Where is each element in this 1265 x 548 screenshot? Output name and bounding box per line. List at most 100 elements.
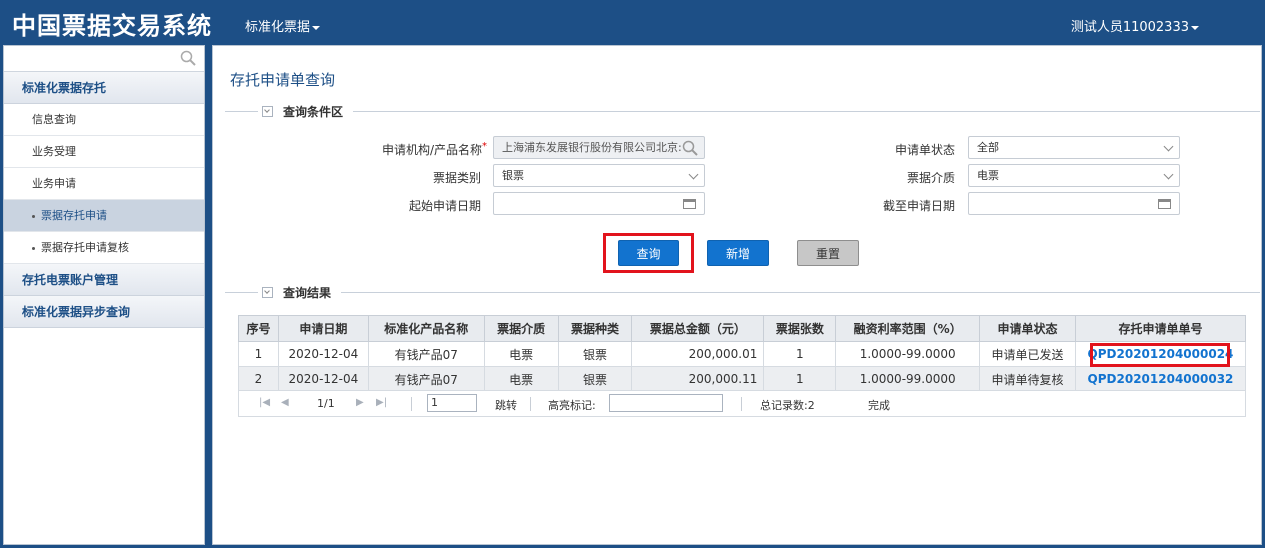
column-header[interactable]: 申请日期 bbox=[277, 315, 369, 342]
sidebar-item-info-query[interactable]: 信息查询 bbox=[4, 104, 204, 136]
search-icon[interactable] bbox=[180, 50, 196, 66]
sidebar-group-account[interactable]: 存托电票账户管理 bbox=[4, 264, 204, 296]
status-select[interactable]: 全部 bbox=[968, 136, 1180, 159]
criteria-section-title: 查询条件区 bbox=[283, 105, 344, 119]
start-date-label: 起始申请日期 bbox=[408, 199, 481, 213]
end-date-input[interactable] bbox=[968, 192, 1180, 215]
medium-label: 票据介质 bbox=[906, 171, 955, 185]
reset-button[interactable]: 重置 bbox=[797, 240, 859, 266]
sidebar-item-business-application[interactable]: 业务申请 bbox=[4, 168, 204, 200]
table-row[interactable]: 2 2020-12-04 有钱产品07 电票 银票 200,000.11 1 1… bbox=[238, 366, 1247, 392]
chevron-down-icon bbox=[688, 169, 699, 180]
table-cell: 电票 bbox=[483, 341, 559, 367]
highlight-label: 高亮标记: bbox=[548, 399, 596, 412]
medium-select[interactable]: 电票 bbox=[968, 164, 1180, 187]
section-divider bbox=[225, 292, 1260, 293]
sidebar-group-async-query[interactable]: 标准化票据异步查询 bbox=[4, 296, 204, 328]
table-cell: 1.0000-99.0000 bbox=[835, 341, 981, 367]
sidebar-subitem-custody-application[interactable]: 票据存托申请 bbox=[4, 200, 204, 232]
application-number-link[interactable]: QPD20201204000024 bbox=[1074, 341, 1247, 367]
column-header[interactable]: 标准化产品名称 bbox=[367, 315, 485, 342]
start-date-input[interactable] bbox=[493, 192, 705, 215]
column-header[interactable]: 票据种类 bbox=[557, 315, 633, 342]
module-menu-label: 标准化票据 bbox=[245, 20, 311, 35]
sidebar-group-custody[interactable]: 标准化票据存托 bbox=[4, 72, 204, 104]
collapse-toggle-icon[interactable] bbox=[262, 106, 273, 117]
first-page-icon[interactable]: |◀ bbox=[259, 397, 270, 408]
table-header-row: 序号 申请日期 标准化产品名称 票据介质 票据种类 票据总金额（元） 票据张数 … bbox=[238, 315, 1247, 342]
main-panel: 存托申请单查询 查询条件区 申请机构/产品名称* 上海浦东发展银行股份有限公司北… bbox=[212, 45, 1262, 545]
column-header[interactable]: 票据张数 bbox=[763, 315, 837, 342]
table-cell: 电票 bbox=[483, 366, 559, 392]
table-cell: 申请单待复核 bbox=[979, 366, 1076, 392]
query-button[interactable]: 查询 bbox=[618, 240, 679, 266]
institution-value: 上海浦东发展银行股份有限公司北京: bbox=[502, 141, 682, 154]
sidebar-item-business-acceptance[interactable]: 业务受理 bbox=[4, 136, 204, 168]
status-value: 全部 bbox=[977, 141, 999, 154]
load-status: 完成 bbox=[868, 399, 890, 412]
medium-value: 电票 bbox=[977, 169, 999, 182]
pager-divider bbox=[741, 397, 742, 411]
table-cell: 1.0000-99.0000 bbox=[835, 366, 981, 392]
results-section-header[interactable]: 查询结果 bbox=[258, 284, 342, 302]
table-cell: 200,000.01 bbox=[631, 341, 765, 367]
column-header[interactable]: 票据总金额（元） bbox=[631, 315, 765, 342]
column-header[interactable]: 融资利率范围（%） bbox=[835, 315, 981, 342]
calendar-icon[interactable] bbox=[1158, 199, 1171, 209]
calendar-icon[interactable] bbox=[683, 199, 696, 209]
sidebar-subitem-label: 票据存托申请复核 bbox=[41, 241, 129, 254]
table-cell: 2 bbox=[238, 366, 279, 392]
table-cell: 1 bbox=[763, 341, 837, 367]
page-title: 存托申请单查询 bbox=[230, 71, 336, 89]
section-divider bbox=[225, 111, 1260, 112]
institution-field[interactable]: 上海浦东发展银行股份有限公司北京: bbox=[493, 136, 705, 159]
table-cell: 银票 bbox=[557, 366, 633, 392]
status-label: 申请单状态 bbox=[894, 143, 955, 157]
table-cell: 有钱产品07 bbox=[367, 366, 485, 392]
bullet-icon bbox=[32, 246, 35, 250]
highlight-input[interactable] bbox=[609, 394, 723, 412]
user-menu[interactable]: 测试人员11002333 bbox=[1071, 16, 1199, 35]
required-marker: * bbox=[482, 141, 487, 152]
sidebar-subitem-custody-review[interactable]: 票据存托申请复核 bbox=[4, 232, 204, 264]
prev-page-icon[interactable]: ◀ bbox=[281, 397, 289, 408]
user-menu-label: 测试人员11002333 bbox=[1070, 20, 1189, 35]
application-number-link[interactable]: QPD20201204000032 bbox=[1074, 366, 1247, 392]
column-header[interactable]: 存托申请单单号 bbox=[1074, 315, 1247, 342]
chevron-down-icon bbox=[1163, 169, 1174, 180]
bill-type-select[interactable]: 银票 bbox=[493, 164, 705, 187]
criteria-section-header[interactable]: 查询条件区 bbox=[258, 103, 354, 121]
jump-button[interactable]: 跳转 bbox=[495, 397, 517, 413]
caret-down-icon bbox=[1191, 25, 1199, 30]
page-number-input[interactable]: 1 bbox=[427, 394, 477, 412]
sidebar-search-input[interactable] bbox=[4, 46, 204, 72]
sidebar: 标准化票据存托 信息查询 业务受理 业务申请 票据存托申请 票据存托申请复核 存… bbox=[3, 45, 205, 545]
table-cell: 2020-12-04 bbox=[277, 366, 369, 392]
column-header[interactable]: 申请单状态 bbox=[979, 315, 1076, 342]
collapse-toggle-icon[interactable] bbox=[262, 287, 273, 298]
table-row[interactable]: 1 2020-12-04 有钱产品07 电票 银票 200,000.01 1 1… bbox=[238, 341, 1247, 367]
column-header[interactable]: 票据介质 bbox=[483, 315, 559, 342]
highlight-box bbox=[1089, 343, 1230, 367]
add-button[interactable]: 新增 bbox=[707, 240, 769, 266]
caret-down-icon bbox=[312, 25, 321, 30]
table-cell: 200,000.11 bbox=[631, 366, 765, 392]
table-cell: 有钱产品07 bbox=[367, 341, 485, 367]
table-cell: 银票 bbox=[557, 341, 633, 367]
results-section-title: 查询结果 bbox=[283, 286, 332, 300]
last-page-icon[interactable]: ▶| bbox=[376, 397, 387, 408]
bill-type-value: 银票 bbox=[502, 169, 524, 182]
results-table: 序号 申请日期 标准化产品名称 票据介质 票据种类 票据总金额（元） 票据张数 … bbox=[238, 315, 1247, 392]
column-header[interactable]: 序号 bbox=[238, 315, 279, 342]
table-cell: 1 bbox=[238, 341, 279, 367]
chevron-down-icon bbox=[1163, 141, 1174, 152]
bill-type-label: 票据类别 bbox=[432, 171, 481, 185]
pager-divider bbox=[530, 397, 531, 411]
table-cell: 申请单已发送 bbox=[979, 341, 1076, 367]
pager-divider bbox=[411, 397, 412, 411]
page-info: 1/1 bbox=[317, 397, 335, 410]
next-page-icon[interactable]: ▶ bbox=[356, 397, 364, 408]
module-menu[interactable]: 标准化票据 bbox=[245, 16, 321, 35]
app-title: 中国票据交易系统 bbox=[12, 12, 212, 40]
search-icon[interactable] bbox=[682, 140, 698, 156]
